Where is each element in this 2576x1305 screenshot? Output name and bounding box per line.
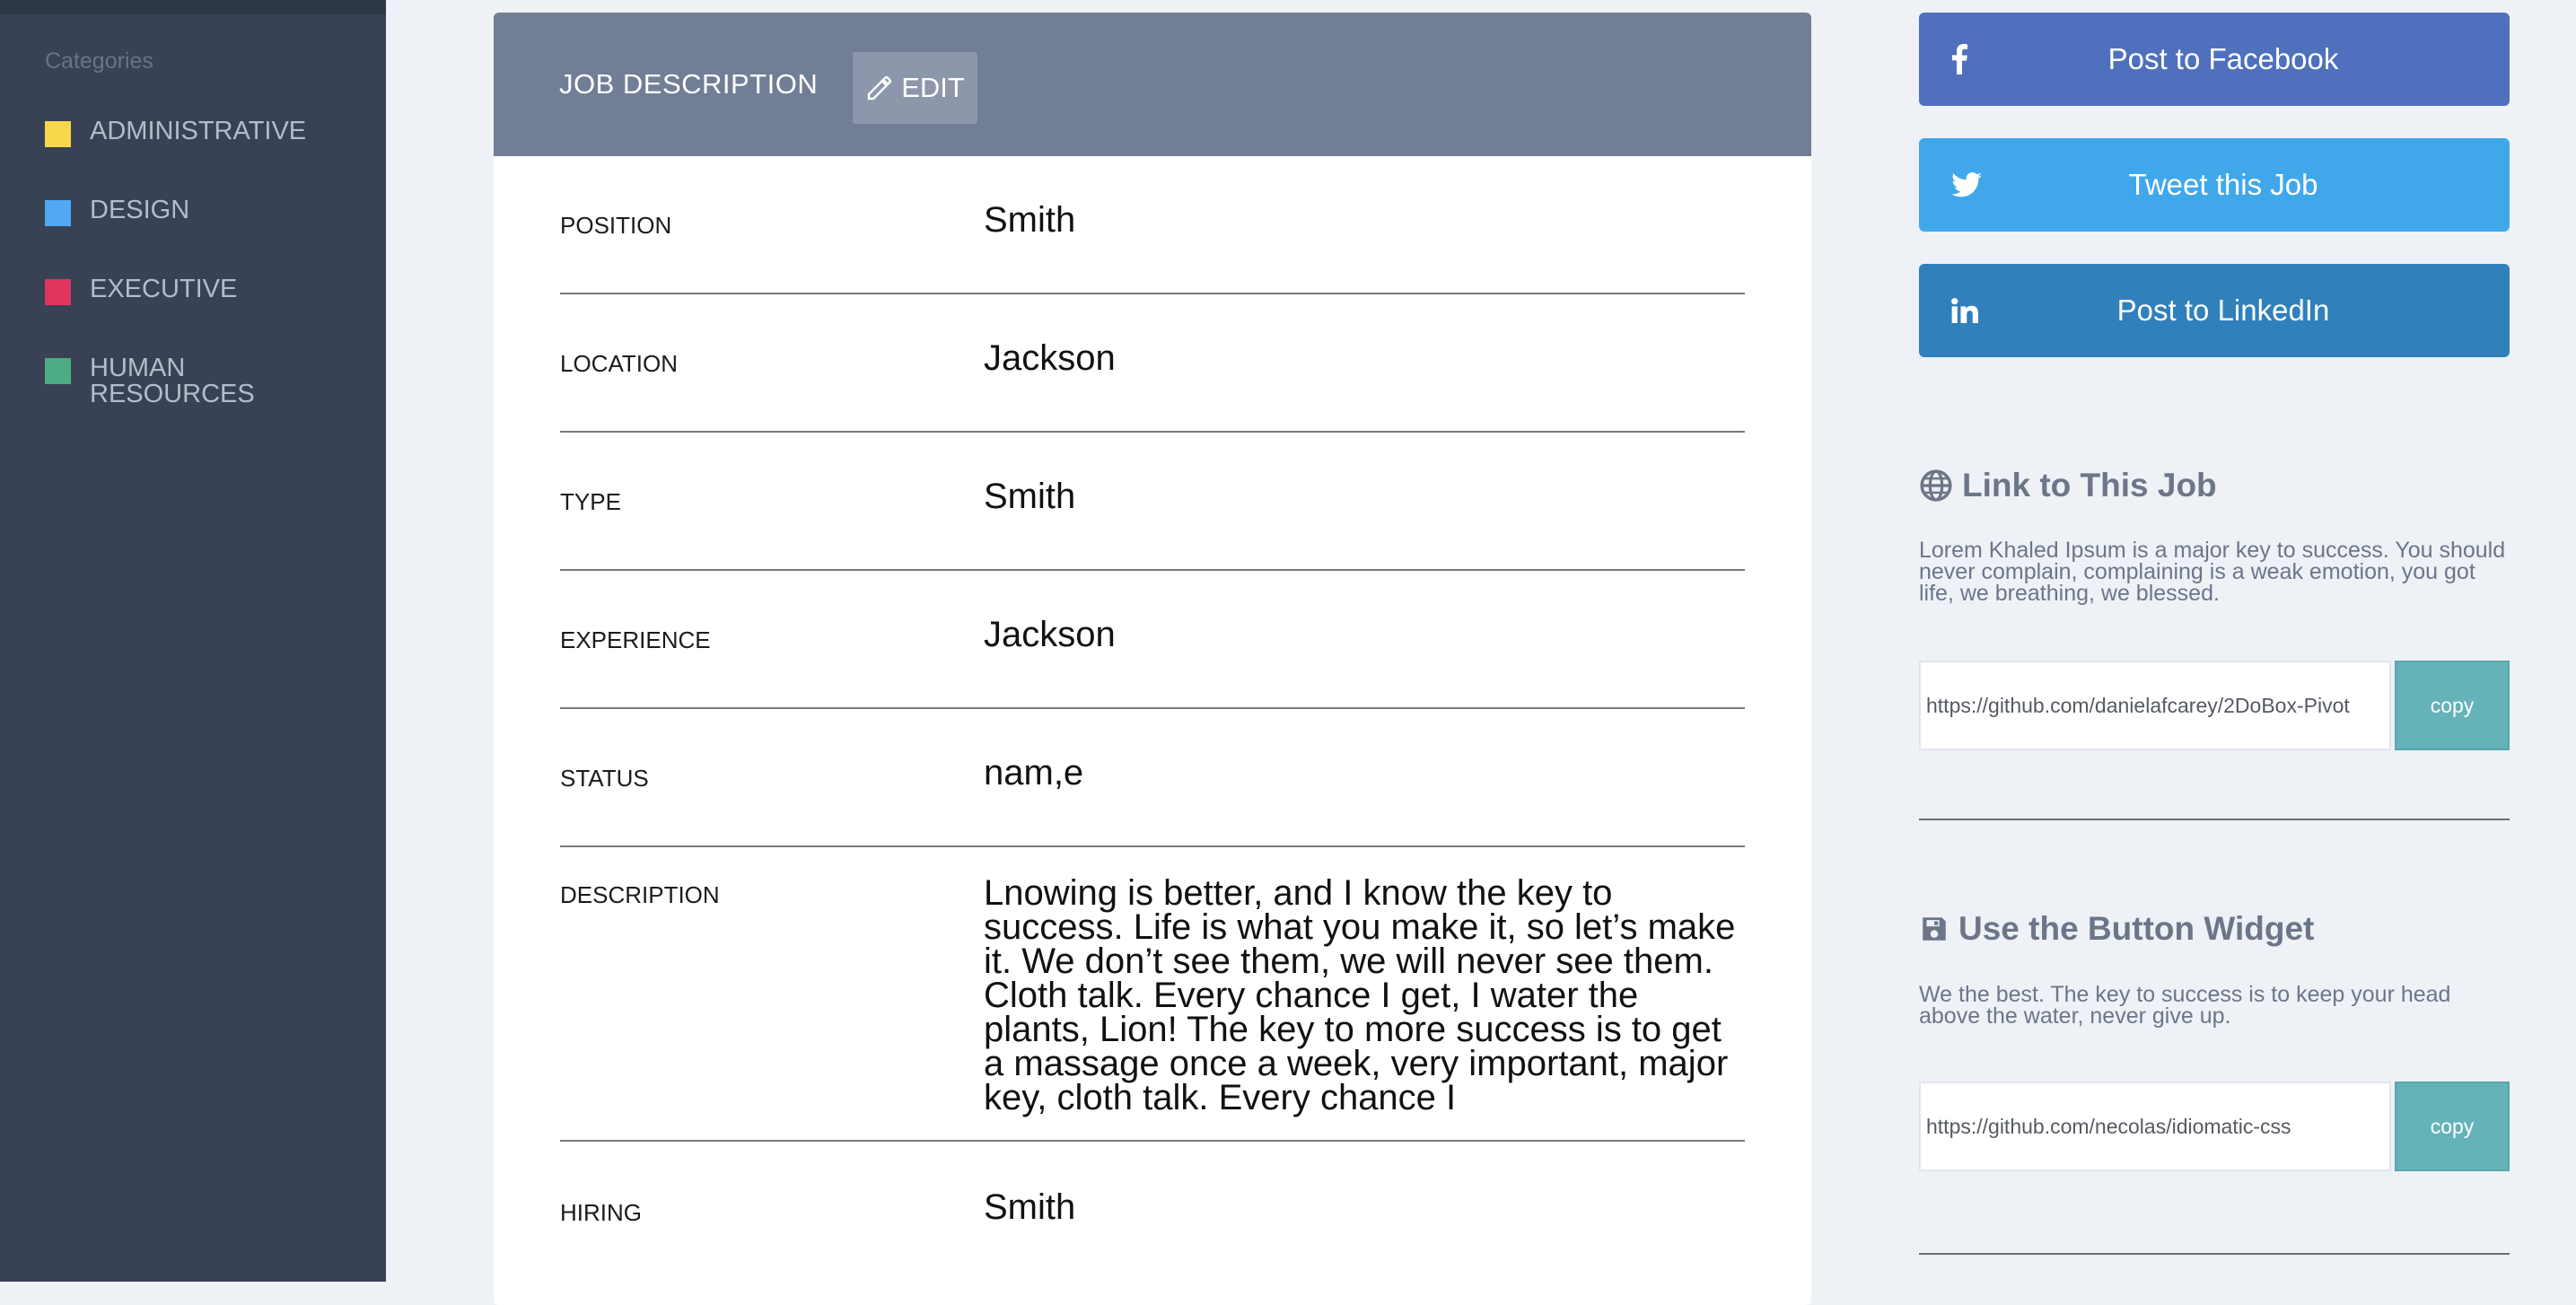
row-value-position: Smith <box>984 200 1076 240</box>
post-to-facebook-button[interactable]: Post to Facebook <box>1919 13 2510 106</box>
category-label: DESIGN <box>90 196 190 224</box>
twitter-button-label: Tweet this Job <box>2128 168 2318 201</box>
row-divider <box>560 293 1745 294</box>
post-to-linkedin-button[interactable]: Post to LinkedIn <box>1919 264 2510 357</box>
widget-url-field[interactable]: https://github.com/necolas/idiomatic-css <box>1919 1082 2391 1171</box>
row-value-type: Smith <box>984 477 1076 516</box>
edit-button[interactable]: EDIT <box>853 52 977 124</box>
sidebar-top-bar <box>0 0 386 14</box>
row-label-description: DESCRIPTION <box>560 881 720 908</box>
category-item-executive[interactable]: EXECUTIVE <box>45 276 305 305</box>
card-header: JOB DESCRIPTION EDIT <box>494 13 1811 156</box>
job-link-url-field[interactable]: https://github.com/danielafcarey/2DoBox-… <box>1919 661 2391 750</box>
category-label: HUMAN RESOURCES <box>90 354 255 408</box>
facebook-button-label: Post to Facebook <box>2107 42 2339 75</box>
category-item-human-resources[interactable]: HUMAN RESOURCES <box>45 355 305 407</box>
row-label-position: POSITION <box>560 212 672 239</box>
categories-heading: Categories <box>45 48 153 74</box>
row-label-experience: EXPERIENCE <box>560 626 711 653</box>
copy-widget-button[interactable]: copy <box>2395 1082 2510 1171</box>
row-divider <box>560 1140 1745 1142</box>
row-label-status: STATUS <box>560 765 649 792</box>
row-value-experience: Jackson <box>984 615 1116 654</box>
linkedin-button-label: Post to LinkedIn <box>2116 293 2330 327</box>
category-item-design[interactable]: DESIGN <box>45 197 305 226</box>
category-item-administrative[interactable]: ADMINISTRATIVE <box>45 117 307 147</box>
copy-link-button[interactable]: copy <box>2395 661 2510 750</box>
link-section-title: Link to This Job <box>1962 467 2217 504</box>
row-divider <box>560 431 1745 433</box>
row-divider <box>560 845 1745 847</box>
row-label-hiring: HIRING <box>560 1199 642 1226</box>
category-color-swatch <box>45 200 71 226</box>
section-divider <box>1919 1253 2510 1255</box>
row-divider <box>560 707 1745 709</box>
sidebar: Categories ADMINISTRATIVE DESIGN EXECUTI… <box>0 0 386 1282</box>
row-value-hiring: Smith <box>984 1187 1076 1227</box>
link-to-job-heading: Link to This Job <box>1919 467 2217 504</box>
row-label-type: TYPE <box>560 488 621 515</box>
tweet-this-job-button[interactable]: Tweet this Job <box>1919 138 2510 232</box>
row-label-location: LOCATION <box>560 350 678 377</box>
pencil-icon <box>867 75 892 101</box>
section-divider <box>1919 819 2510 820</box>
button-widget-heading: Use the Button Widget <box>1919 910 2314 948</box>
category-label: EXECUTIVE <box>90 275 238 303</box>
widget-section-text: We the best. The key to success is to ke… <box>1919 982 2451 1029</box>
job-description-card: JOB DESCRIPTION EDIT POSITION Smith LOCA… <box>494 13 1811 1305</box>
row-value-location: Jackson <box>984 338 1116 378</box>
save-icon <box>1923 917 1946 941</box>
row-divider <box>560 569 1745 571</box>
row-value-description: Lnowing is better, and I know the key to… <box>984 873 1736 1117</box>
edit-label: EDIT <box>901 72 965 103</box>
globe-icon <box>1920 469 1952 502</box>
category-color-swatch <box>45 358 71 384</box>
link-section-text: Lorem Khaled Ipsum is a major key to suc… <box>1919 538 2506 606</box>
category-label: ADMINISTRATIVE <box>90 117 307 145</box>
category-color-swatch <box>45 279 71 305</box>
category-color-swatch <box>45 121 71 147</box>
card-title: JOB DESCRIPTION <box>559 68 819 100</box>
row-value-status: nam,e <box>984 753 1084 793</box>
widget-section-title: Use the Button Widget <box>1958 910 2315 947</box>
